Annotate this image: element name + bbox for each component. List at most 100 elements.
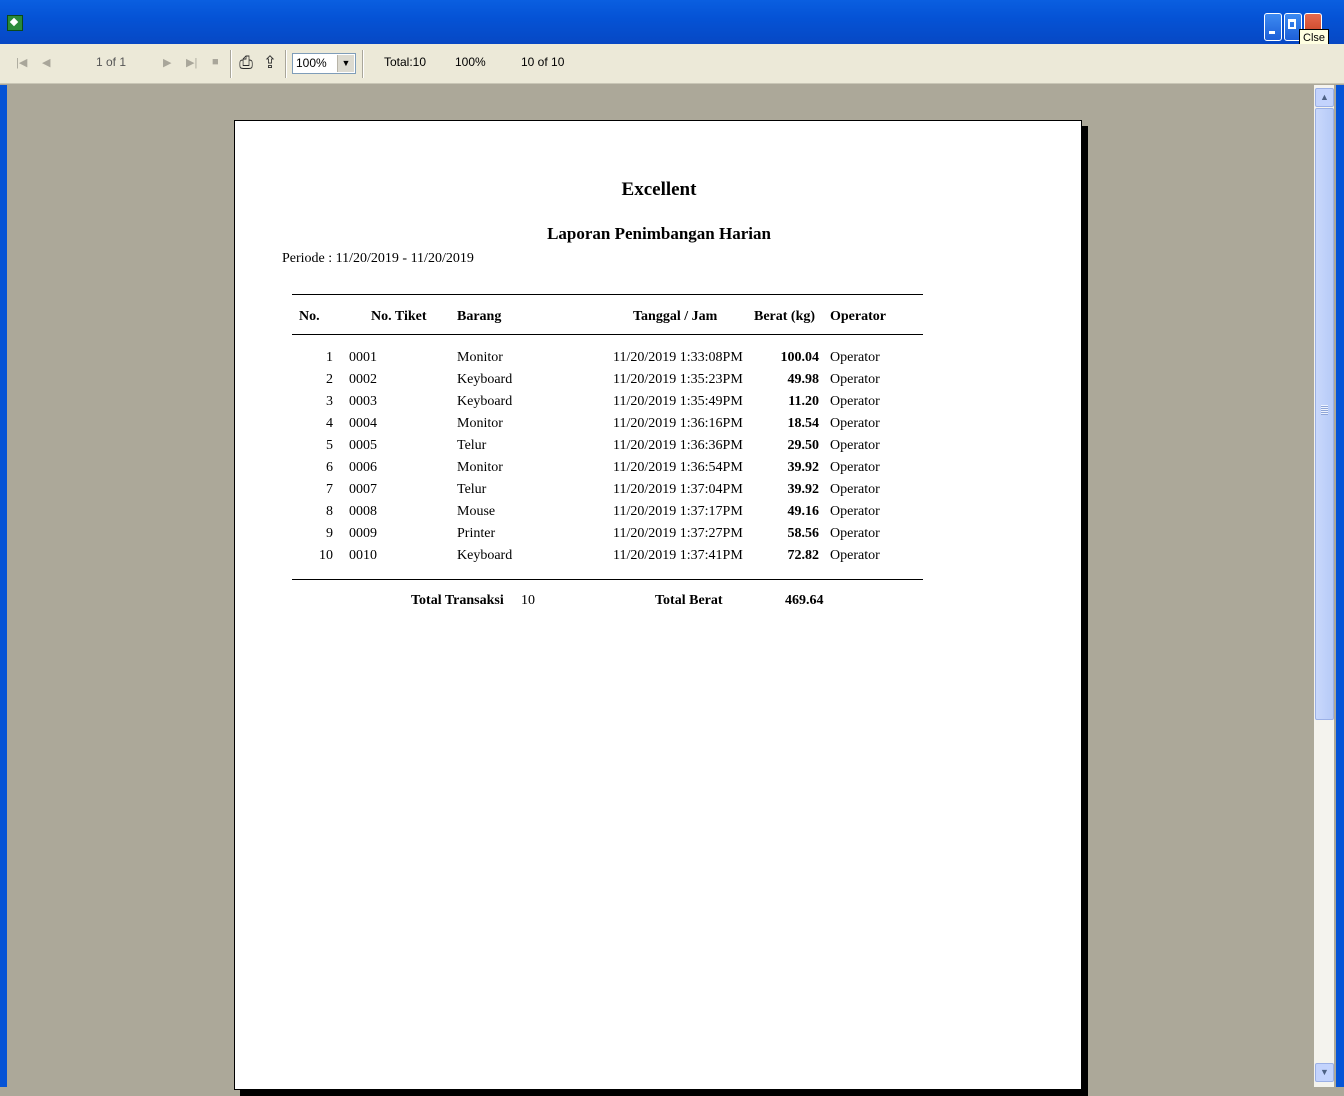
cell-barang: Telur xyxy=(457,438,487,453)
toolbar-separator xyxy=(230,50,232,78)
cell-operator: Operator xyxy=(830,482,880,497)
col-header-tiket: No. Tiket xyxy=(371,309,427,324)
app-icon xyxy=(7,15,23,31)
table-row: 9 0009 Printer 11/20/2019 1:37:27PM 58.5… xyxy=(235,526,1083,548)
table-row: 1 0001 Monitor 11/20/2019 1:33:08PM 100.… xyxy=(235,350,1083,372)
chevron-down-icon[interactable]: ▼ xyxy=(337,55,354,72)
cell-berat: 18.54 xyxy=(787,416,820,431)
report-period: Periode : 11/20/2019 - 11/20/2019 xyxy=(282,251,474,266)
report-company: Excellent xyxy=(621,179,697,200)
table-row: 6 0006 Monitor 11/20/2019 1:36:54PM 39.9… xyxy=(235,460,1083,482)
cell-operator: Operator xyxy=(830,504,880,519)
scroll-up-button[interactable]: ▲ xyxy=(1315,88,1334,107)
report-toolbar: |◀ ◀ 1 of 1 ▶ ▶| ■ ⎙ ⇪ 100% ▼ Total:10 1… xyxy=(0,44,1344,84)
cell-tanggal: 11/20/2019 1:37:27PM xyxy=(613,526,743,541)
last-page-icon[interactable]: ▶| xyxy=(186,56,197,69)
next-page-icon[interactable]: ▶ xyxy=(163,56,171,69)
cell-barang: Telur xyxy=(457,482,487,497)
total-berat-value: 469.64 xyxy=(785,593,824,608)
cell-tiket: 0007 xyxy=(349,482,377,497)
footer-rule xyxy=(292,579,923,580)
cell-barang: Monitor xyxy=(457,416,503,431)
cell-tiket: 0003 xyxy=(349,394,377,409)
cell-operator: Operator xyxy=(830,526,880,541)
cell-tanggal: 11/20/2019 1:37:41PM xyxy=(613,548,743,563)
cell-barang: Keyboard xyxy=(457,372,513,387)
cell-berat: 39.92 xyxy=(787,482,820,497)
cell-berat: 49.16 xyxy=(787,504,820,519)
cell-no: 2 xyxy=(326,372,333,387)
previous-page-icon[interactable]: ◀ xyxy=(42,56,50,69)
percent-label: 100% xyxy=(455,55,486,69)
scroll-thumb[interactable] xyxy=(1315,108,1334,720)
table-row: 10 0010 Keyboard 11/20/2019 1:37:41PM 72… xyxy=(235,548,1083,570)
cell-barang: Monitor xyxy=(457,350,503,365)
col-header-operator: Operator xyxy=(830,309,886,324)
cell-berat: 72.82 xyxy=(787,548,820,563)
cell-operator: Operator xyxy=(830,350,880,365)
first-page-icon[interactable]: |◀ xyxy=(16,56,27,69)
total-transaksi-label: Total Transaksi xyxy=(411,593,504,608)
cell-operator: Operator xyxy=(830,548,880,563)
cell-operator: Operator xyxy=(830,438,880,453)
table-row: 2 0002 Keyboard 11/20/2019 1:35:23PM 49.… xyxy=(235,372,1083,394)
table-row: 7 0007 Telur 11/20/2019 1:37:04PM 39.92 … xyxy=(235,482,1083,504)
export-icon[interactable]: ⇪ xyxy=(260,52,280,74)
col-header-barang: Barang xyxy=(457,309,502,324)
cell-tiket: 0001 xyxy=(349,350,377,365)
toolbar-separator xyxy=(285,50,287,78)
cell-tanggal: 11/20/2019 1:37:17PM xyxy=(613,504,743,519)
page-indicator: 1 of 1 xyxy=(96,55,127,69)
col-header-berat: Berat (kg) xyxy=(754,309,816,324)
title-bar xyxy=(0,0,1344,44)
zoom-value: 100% xyxy=(296,56,327,70)
total-berat-label: Total Berat xyxy=(655,593,723,608)
print-icon[interactable]: ⎙ xyxy=(236,52,256,74)
scroll-down-button[interactable]: ▼ xyxy=(1315,1063,1334,1082)
cell-operator: Operator xyxy=(830,416,880,431)
col-header-tanggal: Tanggal / Jam xyxy=(633,309,718,324)
cell-tiket: 0008 xyxy=(349,504,377,519)
cell-berat: 39.92 xyxy=(787,460,820,475)
table-row: 5 0005 Telur 11/20/2019 1:36:36PM 29.50 … xyxy=(235,438,1083,460)
cell-no: 10 xyxy=(319,548,333,563)
cell-no: 8 xyxy=(326,504,333,519)
cell-berat: 29.50 xyxy=(787,438,820,453)
cell-no: 1 xyxy=(326,350,333,365)
col-header-no: No. xyxy=(299,309,320,324)
cell-tiket: 0009 xyxy=(349,526,377,541)
cell-operator: Operator xyxy=(830,394,880,409)
cell-barang: Mouse xyxy=(457,504,496,519)
header-bottom-rule xyxy=(292,334,923,335)
cell-tiket: 0006 xyxy=(349,460,377,475)
stop-icon[interactable]: ■ xyxy=(212,56,219,68)
cell-no: 3 xyxy=(326,394,333,409)
table-row: 3 0003 Keyboard 11/20/2019 1:35:49PM 11.… xyxy=(235,394,1083,416)
cell-no: 7 xyxy=(326,482,333,497)
cell-tanggal: 11/20/2019 1:35:23PM xyxy=(613,372,743,387)
zoom-select[interactable]: 100% ▼ xyxy=(292,53,356,74)
cell-no: 9 xyxy=(326,526,333,541)
header-top-rule xyxy=(292,294,923,295)
toolbar-separator xyxy=(362,50,364,78)
records-label: 10 of 10 xyxy=(521,55,565,69)
cell-operator: Operator xyxy=(830,460,880,475)
cell-tanggal: 11/20/2019 1:36:54PM xyxy=(613,460,743,475)
cell-barang: Monitor xyxy=(457,460,503,475)
vertical-scrollbar[interactable]: ▲ ▼ xyxy=(1314,85,1334,1087)
cell-no: 4 xyxy=(326,416,333,431)
cell-tanggal: 11/20/2019 1:36:16PM xyxy=(613,416,743,431)
cell-berat: 49.98 xyxy=(787,372,820,387)
cell-barang: Keyboard xyxy=(457,548,513,563)
total-transaksi-value: 10 xyxy=(521,593,535,608)
report-title: Laporan Penimbangan Harian xyxy=(547,224,771,243)
cell-tiket: 0004 xyxy=(349,416,377,431)
total-label: Total:10 xyxy=(384,55,427,69)
cell-tiket: 0010 xyxy=(349,548,377,563)
cell-tiket: 0002 xyxy=(349,372,377,387)
minimize-button[interactable] xyxy=(1264,13,1282,41)
table-row: 8 0008 Mouse 11/20/2019 1:37:17PM 49.16 … xyxy=(235,504,1083,526)
cell-no: 5 xyxy=(326,438,333,453)
cell-tanggal: 11/20/2019 1:33:08PM xyxy=(613,350,743,365)
cell-berat: 100.04 xyxy=(780,350,820,365)
